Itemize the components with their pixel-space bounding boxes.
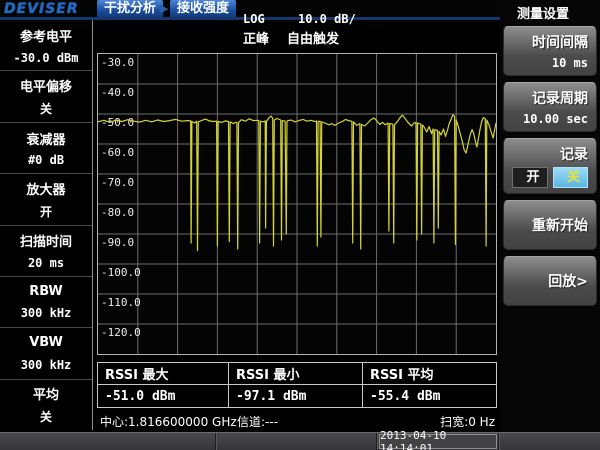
sidebar-item-amplifier[interactable]: 放大器 开 [0,174,92,225]
record-label: 记录 [560,144,588,164]
record-toggle-row: 开 关 [512,167,588,188]
detector-mode-label: 正峰 [243,28,269,47]
svg-text:-50.0: -50.0 [101,116,134,129]
channel-label: 信道:--- [237,413,278,430]
center-frequency-label: 中心:1.816600000 GHz [100,413,237,430]
time-interval-button[interactable]: 时间间隔 10 ms [503,26,597,76]
svg-text:-110.0: -110.0 [101,296,141,309]
tab-receive-strength[interactable]: 接收强度 [170,0,236,17]
trigger-mode-label: 自由触发 [287,28,339,47]
record-toggle-button[interactable]: 记录 开 关 [503,138,597,194]
sidebar-item-average[interactable]: 平均 关 [0,380,92,430]
sidebar-item-value: 开 [40,203,52,220]
sidebar-item-value: 300 kHz [21,358,72,372]
rssi-table: RSSI 最大 RSSI 最小 RSSI 平均 -51.0 dBm -97.1 … [97,362,497,408]
svg-text:-120.0: -120.0 [101,326,141,339]
playback-button[interactable]: 回放> [503,256,597,306]
time-interval-label: 时间间隔 [532,32,588,52]
record-off-option[interactable]: 关 [553,167,589,188]
sidebar-item-label: VBW [29,335,63,350]
record-period-label: 记录周期 [532,88,588,108]
status-bar-divider [498,433,500,450]
svg-text:-40.0: -40.0 [101,86,134,99]
sidebar-item-sweep-time[interactable]: 扫描时间 20 ms [0,226,92,277]
svg-text:-80.0: -80.0 [101,206,134,219]
sidebar-item-label: 扫描时间 [20,231,72,250]
scale-type-label: LOG [243,12,265,26]
sidebar-item-value: 关 [40,408,52,425]
sidebar-item-value: 300 kHz [21,306,72,320]
time-interval-value: 10 ms [552,56,588,70]
scale-per-div-label: 10.0 dB/ [298,12,356,26]
sidebar-item-label: RBW [29,284,63,299]
rssi-min-value: -97.1 dBm [229,385,363,407]
tab-interference-analysis[interactable]: 干扰分析 [97,0,163,17]
rssi-max-header: RSSI 最大 [98,363,229,385]
svg-text:-60.0: -60.0 [101,146,134,159]
spectrum-plot-svg: -30.0 -40.0 -50.0 -60.0 -70.0 -80.0 -90.0 -100.… [98,54,496,354]
frequency-info-line: 中心:1.816600000 GHz 信道:--- 扫宽:0 Hz [97,411,497,429]
span-label: 扫宽:0 Hz [440,413,495,430]
rssi-avg-header: RSSI 平均 [363,363,496,385]
tab-arrow-icon: ▶ [160,2,168,15]
sidebar-item-value: -30.0 dBm [13,51,78,65]
svg-text:-100.0: -100.0 [101,266,141,279]
spectrum-plot: -30.0 -40.0 -50.0 -60.0 -70.0 -80.0 -90.0 -100.… [97,53,497,355]
restart-label: 重新开始 [532,215,588,235]
datetime-display: 2013-04-10 14:14:01 [379,434,497,449]
sidebar-item-label: 平均 [33,384,59,403]
measure-settings-header: 测量设置 [500,0,600,20]
sidebar-item-rbw[interactable]: RBW 300 kHz [0,277,92,328]
sidebar-item-label: 衰减器 [26,129,65,148]
right-measure-sidebar: 测量设置 时间间隔 10 ms 记录周期 10.00 sec 记录 开 关 重新… [500,0,600,432]
record-period-button[interactable]: 记录周期 10.00 sec [503,82,597,132]
playback-label: 回放> [548,271,588,291]
rssi-min-header: RSSI 最小 [229,363,363,385]
sidebar-item-reference-level[interactable]: 参考电平 -30.0 dBm [0,20,92,71]
svg-text:-30.0: -30.0 [101,56,134,69]
sidebar-item-value: 关 [40,100,52,117]
record-on-option[interactable]: 开 [512,167,548,188]
sidebar-item-vbw[interactable]: VBW 300 kHz [0,328,92,379]
sidebar-item-value: #0 dB [28,153,64,167]
status-bar: 2013-04-10 14:14:01 [0,432,600,450]
sidebar-item-attenuator[interactable]: 衰减器 #0 dB [0,123,92,174]
sidebar-item-label: 放大器 [26,179,65,198]
svg-text:-90.0: -90.0 [101,236,134,249]
restart-button[interactable]: 重新开始 [503,200,597,250]
sidebar-item-label: 参考电平 [20,26,72,45]
status-bar-divider [215,433,217,450]
analyzer-screen: DEVISER 干扰分析 ▶ 接收强度 参考电平 -30.0 dBm 电平偏移 … [0,0,600,450]
left-settings-sidebar: 参考电平 -30.0 dBm 电平偏移 关 衰减器 #0 dB 放大器 开 扫描… [0,20,93,430]
status-bar-divider [376,433,378,450]
deviser-logo: DEVISER [4,1,79,17]
svg-text:-70.0: -70.0 [101,176,134,189]
record-period-value: 10.00 sec [523,112,588,126]
rssi-avg-value: -55.4 dBm [363,385,496,407]
sidebar-item-value: 20 ms [28,256,64,270]
sidebar-item-level-offset[interactable]: 电平偏移 关 [0,71,92,122]
rssi-max-value: -51.0 dBm [98,385,229,407]
sidebar-item-label: 电平偏移 [20,76,72,95]
